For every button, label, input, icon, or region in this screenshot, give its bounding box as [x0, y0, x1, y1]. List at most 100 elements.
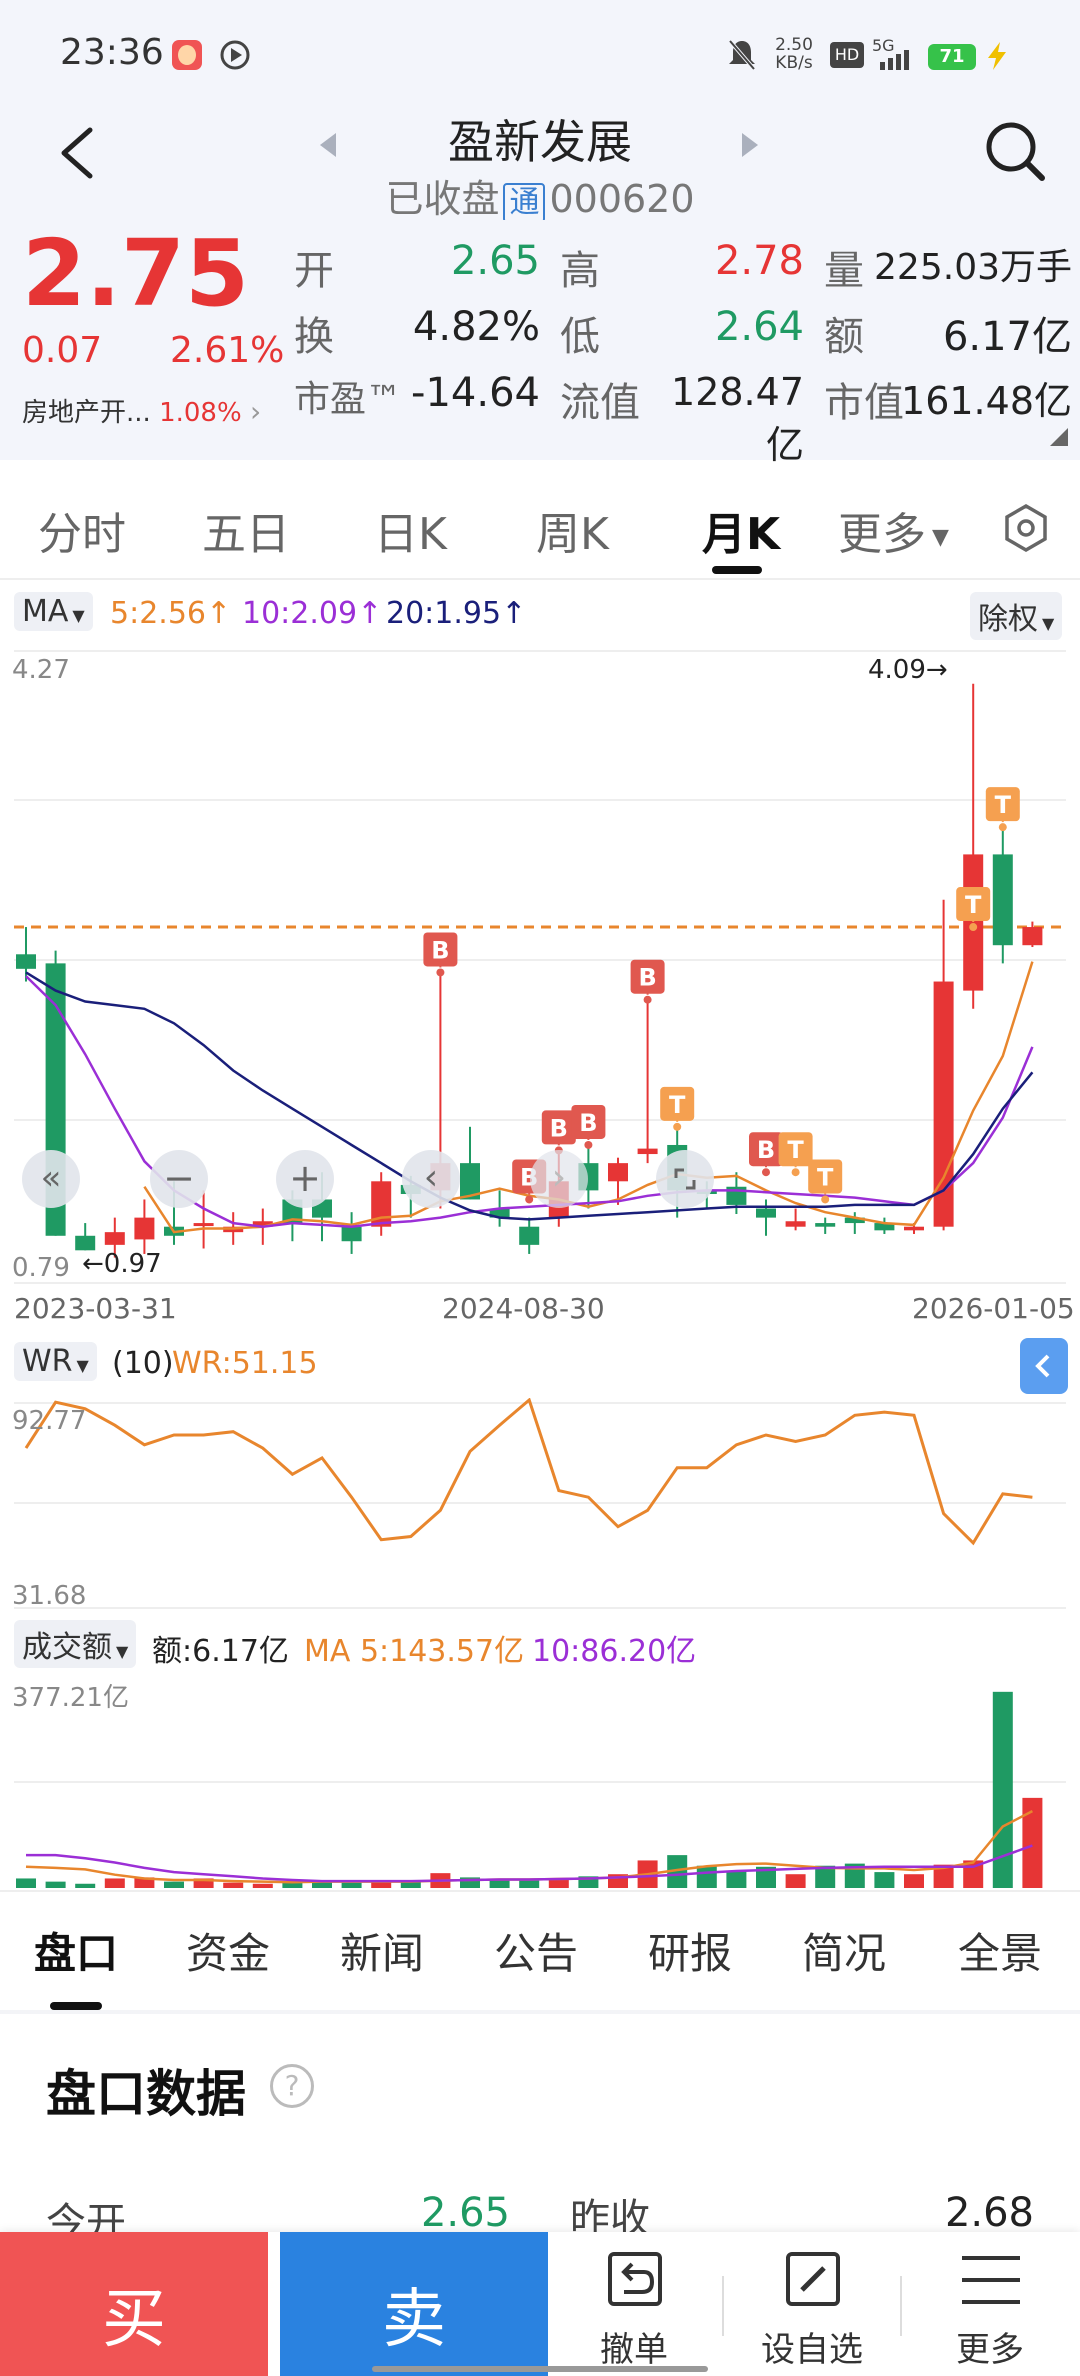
adjust-label: 除权	[978, 602, 1038, 637]
edit-square-icon	[786, 2252, 840, 2306]
app-notification-icon	[172, 40, 202, 70]
volume-ma10: 10:86.20亿	[532, 1634, 697, 1669]
scroll-right-button[interactable]: ›	[530, 1150, 588, 1208]
sector-change: 1.08%	[159, 398, 242, 428]
amount-value: 6.17亿	[942, 314, 1072, 360]
candle-body	[992, 854, 1013, 946]
trade-marker-label: T	[995, 791, 1012, 819]
price-change: 0.07	[22, 330, 103, 371]
volume-value: 225.03万手	[874, 247, 1072, 288]
buy-button[interactable]: 买	[0, 2232, 268, 2376]
tab-research[interactable]: 研报	[648, 1920, 732, 1981]
toolbar-separator	[722, 2276, 724, 2336]
volume-bar	[785, 1874, 806, 1888]
home-indicator	[372, 2366, 708, 2372]
wr-chart: 92.77 31.68	[12, 1398, 1066, 1610]
scroll-left-button[interactable]: ‹	[402, 1150, 460, 1208]
volume-bar	[75, 1883, 96, 1888]
chevron-left-icon	[1035, 1354, 1050, 1378]
undo-document-icon	[608, 2252, 662, 2306]
cancel-order-label: 撤单	[600, 2330, 668, 2370]
volume-bar	[16, 1878, 36, 1888]
tab-more-label: 更多	[838, 509, 926, 560]
tab-capital[interactable]: 资金	[186, 1920, 270, 1981]
stock-connect-badge: 通	[503, 183, 546, 223]
ma-selector[interactable]: MA ▼	[14, 592, 93, 631]
add-watchlist-button[interactable]: 设自选	[742, 2240, 882, 2370]
collapse-panel-button[interactable]	[1020, 1338, 1068, 1394]
market-cap-label: 市值	[824, 380, 904, 426]
open-value: 2.65	[450, 238, 540, 284]
active-detail-tab-indicator	[50, 2002, 102, 2010]
back-button[interactable]	[50, 118, 110, 188]
wr-selector[interactable]: WR ▼	[14, 1342, 97, 1381]
low-annotation: ←0.97	[82, 1249, 162, 1279]
trade-marker-label: T	[965, 891, 982, 919]
caret-down-icon: ▼	[1042, 614, 1055, 633]
zoom-in-button[interactable]: +	[276, 1150, 334, 1208]
tab-intraday[interactable]: 分时	[38, 498, 126, 562]
stock-name: 盈新发展	[448, 115, 632, 169]
high-value: 2.78	[714, 238, 804, 284]
tab-more[interactable]: 更多 ▼	[838, 498, 949, 562]
add-watchlist-label: 设自选	[761, 2330, 863, 2370]
tab-daily-k[interactable]: 日K	[374, 498, 447, 562]
tab-announcements[interactable]: 公告	[494, 1920, 578, 1981]
adjust-selector[interactable]: 除权 ▼	[970, 592, 1063, 640]
fullscreen-icon	[674, 1168, 696, 1190]
ma-selector-label: MA	[22, 594, 69, 629]
volume-amount: 额:6.17亿	[152, 1634, 289, 1669]
zoom-out-button[interactable]: −	[150, 1150, 208, 1208]
trade-marker-dot	[673, 1122, 682, 1131]
caret-down-icon: ▼	[76, 1356, 89, 1375]
trade-marker-dot	[969, 923, 978, 932]
charging-icon	[982, 40, 1012, 72]
tab-monthly-k[interactable]: 月K	[702, 498, 780, 562]
back-arrow-icon	[61, 127, 93, 179]
menu-icon	[962, 2256, 1020, 2304]
ma10-legend: 10:2.09↑	[242, 596, 383, 631]
next-stock-arrow[interactable]	[738, 130, 762, 160]
turnover-label: 换	[294, 314, 334, 360]
tab-order-book[interactable]: 盘口	[34, 1920, 118, 1981]
caret-down-icon: ▼	[72, 606, 85, 625]
last-price: 2.75	[22, 220, 249, 327]
price-change-percent: 2.61%	[170, 330, 285, 371]
date-start: 2023-03-31	[14, 1292, 177, 1325]
tab-overview[interactable]: 全景	[958, 1920, 1042, 1981]
cancel-order-button[interactable]: 撤单	[564, 2240, 704, 2370]
volume-bar	[696, 1865, 717, 1888]
candle-body	[785, 1221, 806, 1227]
candle-body	[1022, 927, 1043, 946]
today-open-value: 2.65	[420, 2190, 510, 2236]
fullscreen-button[interactable]	[656, 1150, 714, 1208]
more-actions-button[interactable]: 更多	[920, 2240, 1060, 2370]
amount-label: 额	[824, 314, 864, 360]
sell-button[interactable]: 卖	[280, 2232, 548, 2376]
scroll-to-start-button[interactable]: «	[22, 1150, 80, 1208]
expand-corner-icon[interactable]	[1050, 428, 1068, 446]
tab-weekly-k[interactable]: 周K	[536, 498, 609, 562]
active-tab-indicator	[712, 566, 762, 574]
trade-marker-label: B	[579, 1109, 597, 1137]
tab-five-day[interactable]: 五日	[202, 498, 290, 562]
volume-bar	[341, 1882, 362, 1888]
stock-subtitle: 已收盘通 000620	[340, 168, 740, 223]
date-end: 2026-01-05	[912, 1292, 1075, 1325]
chart-settings-button[interactable]	[998, 500, 1054, 556]
trade-marker-label: B	[550, 1114, 568, 1142]
trade-marker-dot	[584, 1140, 593, 1149]
previous-stock-arrow[interactable]	[316, 130, 340, 160]
candle-body	[193, 1223, 214, 1227]
search-button[interactable]	[980, 116, 1050, 186]
volume-bar	[223, 1882, 244, 1888]
candle-body	[134, 1217, 155, 1240]
tab-profile[interactable]: 简况	[802, 1920, 886, 1981]
volume-bar	[45, 1881, 66, 1888]
candle-body	[904, 1226, 924, 1231]
sector-link[interactable]: 房地产开... 1.08% ›	[22, 392, 261, 429]
volume-selector[interactable]: 成交额 ▼	[14, 1620, 137, 1668]
tab-news[interactable]: 新闻	[340, 1920, 424, 1981]
hexagon-settings-icon	[1005, 503, 1047, 553]
help-icon[interactable]: ?	[270, 2064, 314, 2108]
